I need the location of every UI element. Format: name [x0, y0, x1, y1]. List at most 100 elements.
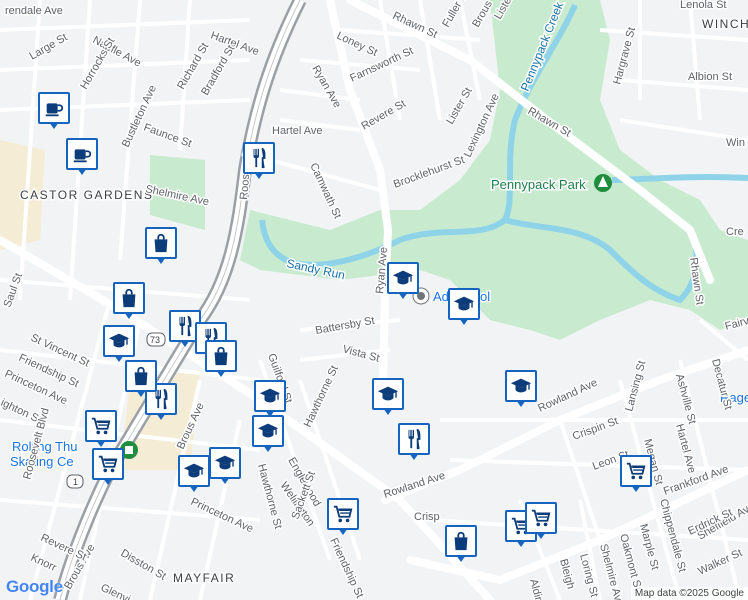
- graduation-cap-icon: [453, 293, 475, 315]
- fork-knife-icon: [174, 315, 196, 337]
- marker-pointer: [631, 485, 641, 492]
- marker-box: [205, 340, 237, 372]
- school-marker[interactable]: [252, 415, 284, 455]
- coffee-cup-icon: [71, 143, 93, 165]
- fork-knife-icon: [403, 428, 425, 450]
- marker-pointer: [459, 318, 469, 325]
- marker-box: [243, 142, 275, 174]
- shopping-bag-icon: [210, 345, 232, 367]
- marker-pointer: [220, 477, 230, 484]
- marker-box: [620, 455, 652, 487]
- school-marker[interactable]: [103, 325, 135, 365]
- shopping-marker[interactable]: [145, 227, 177, 267]
- marker-box: [525, 502, 557, 534]
- street-label: Cre: [726, 226, 744, 238]
- school-marker[interactable]: [387, 262, 419, 302]
- marker-pointer: [189, 485, 199, 492]
- marker-box: [372, 378, 404, 410]
- street-label: Crisp: [414, 511, 440, 523]
- marker-box: [113, 282, 145, 314]
- marker-pointer: [383, 408, 393, 415]
- shopping-cart-icon: [97, 453, 119, 475]
- grocery-marker[interactable]: [92, 448, 124, 488]
- shopping-marker[interactable]: [125, 360, 157, 400]
- cafe-marker[interactable]: [66, 138, 98, 178]
- marker-box: [178, 455, 210, 487]
- marker-pointer: [77, 168, 87, 175]
- graduation-cap-icon: [377, 383, 399, 405]
- shopping-bag-icon: [130, 365, 152, 387]
- marker-pointer: [409, 453, 419, 460]
- marker-box: [327, 498, 359, 530]
- park-tree-icon: [594, 174, 612, 192]
- graduation-cap-icon: [108, 330, 130, 352]
- street-label: rendale Ave: [5, 5, 63, 17]
- shopping-marker[interactable]: [205, 340, 237, 380]
- marker-box: [252, 415, 284, 447]
- school-marker[interactable]: [372, 378, 404, 418]
- school-marker[interactable]: [209, 447, 241, 487]
- marker-pointer: [124, 312, 134, 319]
- school-marker[interactable]: [254, 380, 286, 420]
- route-73-shield: 73: [146, 332, 166, 347]
- graduation-cap-icon: [183, 460, 205, 482]
- marker-pointer: [338, 528, 348, 535]
- marker-pointer: [180, 340, 190, 347]
- marker-pointer: [156, 413, 166, 420]
- marker-box: [38, 92, 70, 124]
- grocery-marker[interactable]: [620, 455, 652, 495]
- graduation-cap-icon: [259, 385, 281, 407]
- graduation-cap-icon: [510, 375, 532, 397]
- street-label: Albion St: [688, 71, 732, 83]
- google-logo: Google: [6, 577, 64, 597]
- marker-box: [398, 423, 430, 455]
- school-marker[interactable]: [448, 288, 480, 328]
- svg-text:73: 73: [150, 335, 160, 345]
- shopping-marker[interactable]: [113, 282, 145, 322]
- street-label: Hartel Ave: [272, 125, 323, 137]
- marker-pointer: [156, 257, 166, 264]
- restaurant-marker[interactable]: [243, 142, 275, 182]
- marker-box: [505, 370, 537, 402]
- grocery-marker[interactable]: [85, 410, 117, 450]
- fork-knife-icon: [248, 147, 270, 169]
- shopping-cart-icon: [530, 507, 552, 529]
- marker-pointer: [103, 478, 113, 485]
- graduation-cap-icon: [257, 420, 279, 442]
- coffee-cup-icon: [43, 97, 65, 119]
- restaurant-marker[interactable]: [398, 423, 430, 463]
- svg-text:1: 1: [73, 477, 78, 487]
- shopping-marker[interactable]: [445, 525, 477, 565]
- grocery-marker[interactable]: [327, 498, 359, 538]
- school-marker[interactable]: [178, 455, 210, 495]
- marker-pointer: [49, 122, 59, 129]
- graduation-cap-icon: [392, 267, 414, 289]
- rink-label-2: Skating Ce: [10, 454, 74, 469]
- shopping-cart-icon: [332, 503, 354, 525]
- mayfair-label: MAYFAIR: [173, 571, 235, 585]
- marker-box: [103, 325, 135, 357]
- cafe-marker[interactable]: [38, 92, 70, 132]
- shopping-cart-icon: [90, 415, 112, 437]
- marker-box: [445, 525, 477, 557]
- marker-pointer: [536, 532, 546, 539]
- graduation-cap-icon: [214, 452, 236, 474]
- school-marker[interactable]: [505, 370, 537, 410]
- marker-pointer: [263, 445, 273, 452]
- rink-label-1: Rolling Thu: [12, 439, 78, 454]
- marker-pointer: [398, 292, 408, 299]
- grocery-marker[interactable]: [525, 502, 557, 542]
- marker-pointer: [136, 390, 146, 397]
- shopping-bag-icon: [450, 530, 472, 552]
- marker-pointer: [114, 355, 124, 362]
- marker-box: [92, 448, 124, 480]
- shopping-bag-icon: [118, 287, 140, 309]
- marker-box: [387, 262, 419, 294]
- marker-pointer: [96, 440, 106, 447]
- castor-gardens-label: CASTOR GARDENS: [20, 188, 153, 202]
- google-logo-text: Google: [6, 577, 64, 597]
- marker-pointer: [516, 400, 526, 407]
- pennypack-park-label: Pennypack Park: [491, 177, 586, 192]
- shopping-bag-icon: [150, 232, 172, 254]
- map-attribution[interactable]: Map data ©2025 Google: [630, 587, 748, 600]
